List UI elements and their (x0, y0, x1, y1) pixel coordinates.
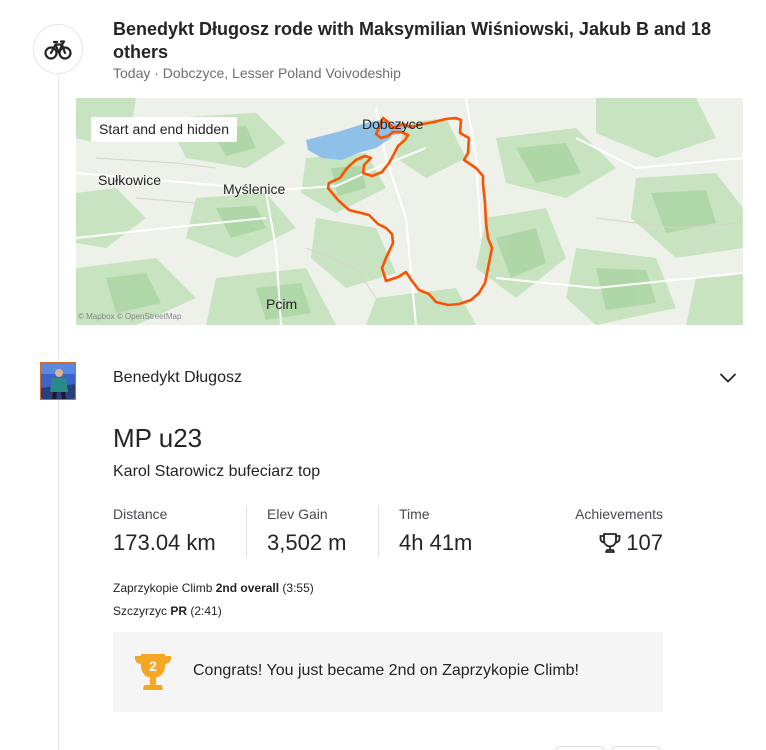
activity-description: Karol Starowicz bufeciarz top (113, 463, 321, 480)
kudos-button[interactable] (556, 746, 604, 750)
timeline-line (58, 75, 59, 750)
trophy-rank: 2 (149, 658, 157, 674)
stat-distance: Distance 173.04 km (113, 506, 216, 556)
trophy-icon (599, 533, 621, 553)
congrats-banner: 2 Congrats! You just became 2nd on Zaprz… (113, 632, 663, 712)
segment-time: (2:41) (190, 604, 222, 618)
activity-group-title[interactable]: Benedykt Długosz rode with Maksymilian W… (113, 18, 713, 64)
segment-name: Zaprzykopie Climb (113, 581, 213, 595)
stat-label: Elev Gain (267, 506, 328, 522)
map-label-pcim: Pcim (266, 296, 298, 312)
chevron-down-icon[interactable] (718, 368, 738, 388)
stat-label: Time (399, 506, 430, 522)
achievements-count: 107 (626, 530, 663, 555)
group-activity-icon (33, 24, 83, 74)
stat-divider (378, 506, 379, 556)
segment-row[interactable]: Zaprzykopie Climb 2nd overall (3:55) (113, 581, 314, 595)
stat-value: 173.04 km (113, 530, 216, 555)
map-label-sulkowice: Sułkowice (98, 172, 162, 188)
comment-button[interactable] (612, 746, 660, 750)
athlete-avatar[interactable] (40, 362, 76, 400)
stat-divider (246, 506, 247, 556)
segment-result: PR (170, 604, 188, 618)
segment-time: (3:55) (282, 581, 314, 595)
stat-elev-gain: Elev Gain 3,502 m (267, 506, 347, 556)
map-attribution[interactable]: © Mapbox © OpenStreetMap (78, 312, 181, 321)
activity-date-location: Today · Dobczyce, Lesser Poland Voivodes… (113, 65, 401, 81)
stat-value: 3,502 m (267, 530, 347, 555)
gold-trophy-icon: 2 (135, 654, 171, 690)
stat-value: 4h 41m (399, 530, 473, 555)
privacy-badge: Start and end hidden (91, 117, 237, 142)
stat-label: Distance (113, 506, 168, 522)
segment-result: 2nd overall (215, 581, 280, 595)
segment-row[interactable]: Szczyrzyc PR (2:41) (113, 604, 222, 618)
bicycle-icon (44, 40, 72, 60)
map-label-dobczyce: Dobczyce (362, 116, 424, 132)
activity-title[interactable]: MP u23 (113, 423, 202, 454)
stat-label: Achievements (575, 506, 663, 522)
stat-time: Time 4h 41m (399, 506, 472, 556)
congrats-text: Congrats! You just became 2nd on Zaprzyk… (193, 662, 579, 679)
stat-achievements[interactable]: Achievements 107 (575, 506, 663, 556)
map-label-myslenice: Myślenice (223, 181, 286, 197)
athlete-name[interactable]: Benedykt Długosz (113, 369, 242, 387)
segment-name: Szczyrzyc (113, 604, 167, 618)
